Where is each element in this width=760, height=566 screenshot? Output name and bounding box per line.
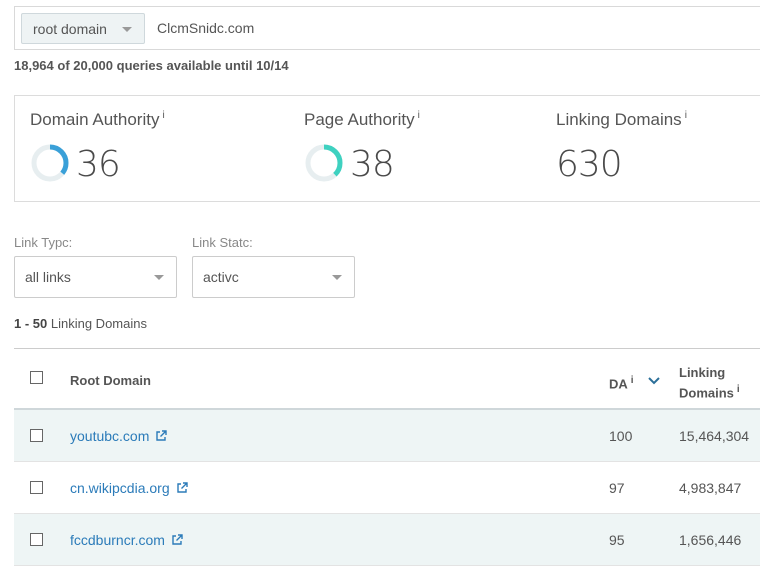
page-authority-value: 38 [350,144,395,185]
range-label: Linking Domains [50,316,147,331]
link-state-select[interactable]: activc [192,256,355,298]
page-authority-label: Page Authority [304,110,415,129]
query-quota: 18,964 of 20,000 queries available until… [14,58,289,73]
root-domain-link[interactable]: fccdburncr.com [70,532,183,548]
table-row: youtubc.com 100 15,464,304 [14,410,760,462]
external-link-icon[interactable] [171,534,183,546]
info-icon[interactable]: i [162,110,164,121]
ld-header-line2: Domains [679,385,734,401]
page-authority-metric: Page Authority i 38 [304,110,420,185]
table-row: cn.wikipcdia.org 97 4,983,847 [14,462,760,514]
linking-domains-header[interactable]: Linking Domains i [679,364,740,401]
linking-domains-metric: Linking Domains i 630 [556,110,687,185]
domain-authority-label: Domain Authority [30,110,160,129]
metrics-panel: Domain Authority i 36 Page Authority i 38 … [14,95,760,202]
domain-input[interactable]: ClcmSnidc.com [157,20,254,36]
info-icon[interactable]: i [737,384,740,395]
link-state-label: Link Statc: [192,235,253,250]
root-domain-text: cn.wikipcdia.org [70,480,170,496]
row-checkbox[interactable] [30,533,43,546]
select-all-checkbox[interactable] [30,371,43,384]
scope-dropdown[interactable]: root domain [21,13,145,44]
linking-domains-table: Root Domain DA i Linking Domains i youtubc.… [14,348,760,566]
info-icon[interactable]: i [418,110,420,121]
row-checkbox[interactable] [30,481,43,494]
domain-authority-gauge [31,144,69,182]
linking-domains-label: Linking Domains [556,110,682,129]
table-header: Root Domain DA i Linking Domains i [14,348,760,410]
info-icon[interactable]: i [631,375,634,386]
ld-header-line1: Linking [679,365,726,380]
da-value: 100 [609,428,633,444]
domain-authority-value: 36 [76,144,121,185]
link-state-value: activc [203,269,239,285]
link-type-label: Link Typc: [14,235,73,250]
root-domain-link[interactable]: youtubc.com [70,428,168,444]
sort-descending-icon[interactable] [648,377,660,385]
da-header[interactable]: DA i [609,375,634,391]
scope-label: root domain [33,20,107,37]
linking-domains-count: 4,983,847 [679,480,742,496]
domain-authority-metric: Domain Authority i 36 [30,110,165,185]
chevron-down-icon [332,275,342,280]
row-checkbox[interactable] [30,429,43,442]
search-bar: root domain ClcmSnidc.com [14,6,760,50]
da-header-label: DA [609,376,628,392]
link-type-value: all links [25,269,71,285]
linking-domains-count: 1,656,446 [679,532,742,548]
info-icon[interactable]: i [685,110,687,121]
da-value: 95 [609,532,625,548]
link-type-select[interactable]: all links [14,256,177,298]
external-link-icon[interactable] [176,482,188,494]
root-domain-link[interactable]: cn.wikipcdia.org [70,480,188,496]
root-domain-text: fccdburncr.com [70,532,165,548]
table-row: fccdburncr.com 95 1,656,446 [14,514,760,566]
root-domain-header[interactable]: Root Domain [70,373,151,388]
external-link-icon[interactable] [155,430,168,442]
root-domain-text: youtubc.com [70,428,150,444]
da-value: 97 [609,480,625,496]
range-numbers: 1 - 50 [14,316,48,331]
result-range: 1 - 50 Linking Domains [14,316,147,331]
linking-domains-count: 15,464,304 [679,428,750,444]
chevron-down-icon [154,275,164,280]
chevron-down-icon [122,27,132,32]
page-authority-gauge [305,144,343,182]
linking-domains-value: 630 [556,144,623,185]
